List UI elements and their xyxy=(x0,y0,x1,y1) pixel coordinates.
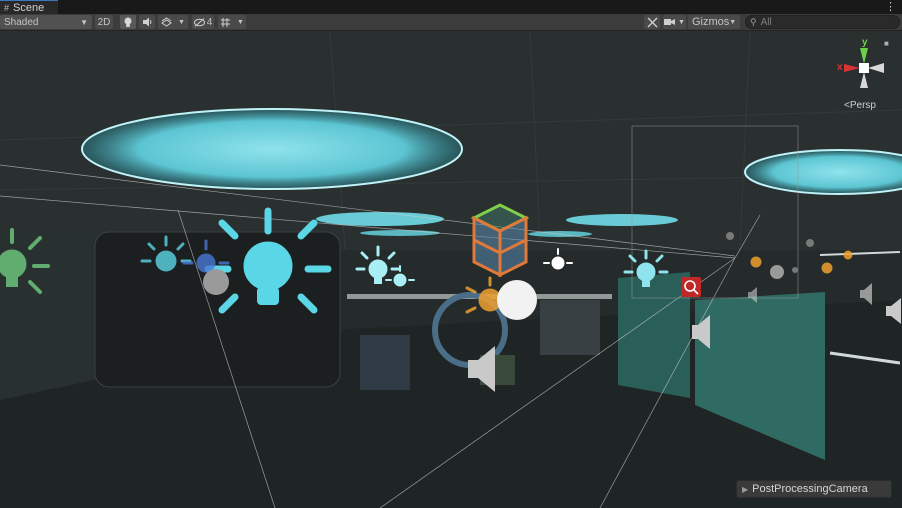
ceiling-light xyxy=(81,108,463,190)
reflection-probe-icon xyxy=(770,265,784,279)
menu-icon[interactable]: ⋮ xyxy=(885,1,896,13)
toggle-2d-button[interactable]: 2D xyxy=(95,15,113,29)
lock-icon[interactable]: ■ xyxy=(884,39,889,48)
scene-tab-icon: # xyxy=(4,2,10,13)
projection-toggle[interactable]: <Persp xyxy=(844,100,876,111)
hidden-count: 4 xyxy=(206,16,213,28)
selected-object-name: PostProcessingCamera xyxy=(752,483,868,495)
expand-triangle-icon: ▶ xyxy=(742,484,749,494)
toggle-2d-label: 2D xyxy=(97,16,111,28)
chevron-down-icon: ▼ xyxy=(178,18,185,26)
scene-toolbar: Shaded ▼ 2D ▼ 4 ▼ ▼ Gizmos ▼ ⚲ All xyxy=(0,14,902,31)
shading-mode-value: Shaded xyxy=(4,16,39,28)
volume-cube-icon xyxy=(470,203,530,278)
tab-scene-label: Scene xyxy=(13,1,45,14)
chevron-down-icon: ▼ xyxy=(678,18,685,26)
hidden-objects-toggle[interactable]: 4 xyxy=(192,15,214,29)
scene-render xyxy=(0,31,902,508)
search-placeholder: All xyxy=(760,16,772,28)
chevron-down-icon: ▼ xyxy=(729,18,737,26)
hidden-objects-icon xyxy=(193,17,205,27)
shading-mode-dropdown[interactable]: Shaded ▼ xyxy=(0,15,92,29)
search-icon: ⚲ xyxy=(750,16,757,27)
chevron-down-icon: ▼ xyxy=(237,18,244,26)
ceiling-light xyxy=(566,214,678,226)
light-toggle-icon[interactable] xyxy=(120,15,136,29)
gizmos-dropdown[interactable]: Gizmos ▼ xyxy=(688,15,740,29)
reflection-probe-icon xyxy=(497,280,537,320)
ceiling-light xyxy=(316,212,444,226)
reflection-probe-icon xyxy=(203,269,229,295)
projection-label: Persp xyxy=(849,100,876,111)
search-input[interactable]: ⚲ All xyxy=(745,15,900,29)
axis-label-y: y xyxy=(862,37,868,48)
audio-toggle-icon[interactable] xyxy=(139,15,155,29)
tools-icon[interactable] xyxy=(644,15,660,29)
ceiling-light xyxy=(360,230,440,236)
camera-dropdown[interactable]: ▼ xyxy=(663,15,686,29)
scene-viewport[interactable]: y x ■ xyxy=(0,31,902,508)
grid-dropdown[interactable]: ▼ xyxy=(218,15,246,29)
grid-icon xyxy=(221,17,231,27)
tab-scene[interactable]: # Scene xyxy=(0,0,58,14)
camera-icon xyxy=(664,19,676,25)
selected-object-overlay[interactable]: ▶ PostProcessingCamera xyxy=(736,480,892,498)
tab-bar: # Scene ⋮ xyxy=(0,0,902,14)
axis-label-x: x xyxy=(837,62,843,73)
effects-icon xyxy=(161,17,172,27)
gizmos-label: Gizmos xyxy=(692,16,730,28)
ceiling-light xyxy=(744,149,902,195)
effects-dropdown[interactable]: ▼ xyxy=(158,15,188,29)
chevron-down-icon: ▼ xyxy=(80,17,88,27)
